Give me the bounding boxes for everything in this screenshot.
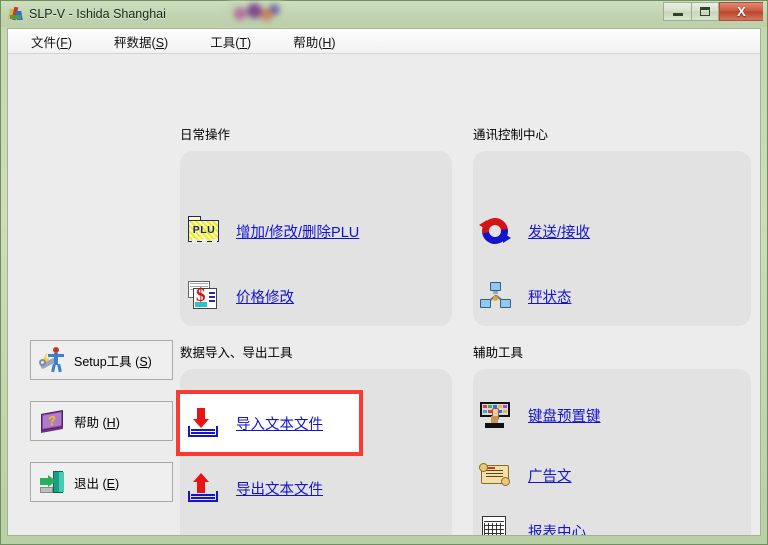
link-row-plu[interactable]: PLU 增加/修改/删除PLU <box>187 215 359 247</box>
application-window: SLP-V - Ishida Shanghai X 文件(F) 秤数据(S) 工… <box>0 0 768 545</box>
sidebar-exit-label: 退出 (E) <box>74 476 120 491</box>
sidebar: Setup工具 (S) ? 帮助 (H) 退出 (E) <box>30 340 173 523</box>
link-export-text-file-label[interactable]: 导出文本文件 <box>236 478 323 499</box>
setup-tool-icon <box>39 346 67 374</box>
section-label-communication-center: 通讯控制中心 <box>473 128 549 142</box>
link-report-center-label[interactable]: 报表中心 <box>528 521 586 536</box>
sidebar-item-setup-tool[interactable]: Setup工具 (S) <box>30 340 173 380</box>
section-label-daily-operations: 日常操作 <box>180 128 231 142</box>
menu-help-accel: H <box>322 35 332 50</box>
menu-item-help[interactable]: 帮助(H) <box>282 29 346 54</box>
maximize-button[interactable] <box>691 2 719 21</box>
menu-tools-accel: T <box>239 35 248 50</box>
link-row-keyboard-preset[interactable]: 键盘预置键 <box>479 399 601 431</box>
minimize-icon <box>672 13 683 16</box>
link-keyboard-preset-label[interactable]: 键盘预置键 <box>528 405 601 426</box>
help-book-icon: ? <box>39 407 67 435</box>
sidebar-item-help[interactable]: ? 帮助 (H) <box>30 401 173 441</box>
sidebar-setup-accel: S <box>139 354 148 369</box>
advert-scroll-icon <box>479 459 513 491</box>
close-button[interactable]: X <box>719 2 763 21</box>
link-row-scale-status[interactable]: 秤状态 <box>479 280 572 312</box>
menu-bar: 文件(F) 秤数据(S) 工具(T) 帮助(H) <box>8 29 760 54</box>
menu-tools-text: 工具 <box>210 35 236 50</box>
link-scale-status-label[interactable]: 秤状态 <box>528 286 572 307</box>
menu-scale-data-text: 秤数据 <box>114 35 152 50</box>
link-import-text-file-label[interactable]: 导入文本文件 <box>236 413 323 434</box>
link-row-price-change[interactable]: $ 价格修改 <box>187 280 294 312</box>
section-label-data-import-export: 数据导入、导出工具 <box>180 346 293 360</box>
link-row-advert-text[interactable]: 广告文 <box>479 459 572 491</box>
exit-door-icon <box>39 468 67 496</box>
sidebar-help-text: 帮助 <box>74 415 103 430</box>
export-file-icon <box>187 472 221 504</box>
title-bar: SLP-V - Ishida Shanghai X <box>1 1 767 27</box>
menu-item-tools[interactable]: 工具(T) <box>199 29 262 54</box>
sidebar-setup-label: Setup工具 (S) <box>74 354 152 369</box>
close-icon: X <box>737 4 746 19</box>
plu-folder-icon: PLU <box>187 215 221 247</box>
sidebar-exit-text: 退出 <box>74 476 103 491</box>
redacted-title-region <box>228 1 283 23</box>
sidebar-setup-text: Setup工具 <box>74 354 136 369</box>
link-advert-text-label[interactable]: 广告文 <box>528 465 572 486</box>
menu-file-text: 文件 <box>31 35 57 50</box>
sidebar-help-label: 帮助 (H) <box>74 415 120 430</box>
menu-help-text: 帮助 <box>293 35 319 50</box>
report-table-icon <box>479 515 513 535</box>
app-icon <box>7 6 24 22</box>
sync-arrows-icon <box>476 212 514 250</box>
maximize-icon <box>700 7 710 16</box>
main-content: Setup工具 (S) ? 帮助 (H) 退出 (E) 日常操作 PLU 增加/… <box>8 54 760 536</box>
window-controls: X <box>663 2 763 21</box>
link-row-send-receive[interactable]: 发送/接收 <box>476 212 590 250</box>
window-title: SLP-V - Ishida Shanghai <box>29 7 166 21</box>
scale-network-icon <box>479 280 513 312</box>
sidebar-exit-accel: E <box>106 476 115 491</box>
link-price-change-label[interactable]: 价格修改 <box>236 286 294 307</box>
sidebar-item-exit[interactable]: 退出 (E) <box>30 462 173 502</box>
import-file-icon <box>187 407 221 439</box>
sidebar-help-accel: H <box>106 415 116 430</box>
link-row-export-text-file[interactable]: 导出文本文件 <box>187 472 323 504</box>
link-plu-label[interactable]: 增加/修改/删除PLU <box>236 221 359 242</box>
minimize-button[interactable] <box>663 2 691 21</box>
menu-scale-data-accel: S <box>155 35 165 50</box>
menu-file-accel: F <box>60 35 68 50</box>
link-send-receive-label[interactable]: 发送/接收 <box>528 221 590 242</box>
link-row-report-center[interactable]: 报表中心 <box>479 515 586 536</box>
menu-item-file[interactable]: 文件(F) <box>20 29 83 54</box>
section-label-auxiliary-tools: 辅助工具 <box>473 346 524 360</box>
price-tag-icon: $ <box>187 280 221 312</box>
panel-auxiliary-tools <box>473 369 751 535</box>
keyboard-preset-icon <box>479 399 513 431</box>
link-row-import-text-file[interactable]: 导入文本文件 <box>187 407 323 439</box>
menu-item-scale-data[interactable]: 秤数据(S) <box>103 29 179 54</box>
client-area: 文件(F) 秤数据(S) 工具(T) 帮助(H) Setup工具 (S) ? 帮… <box>7 28 761 536</box>
